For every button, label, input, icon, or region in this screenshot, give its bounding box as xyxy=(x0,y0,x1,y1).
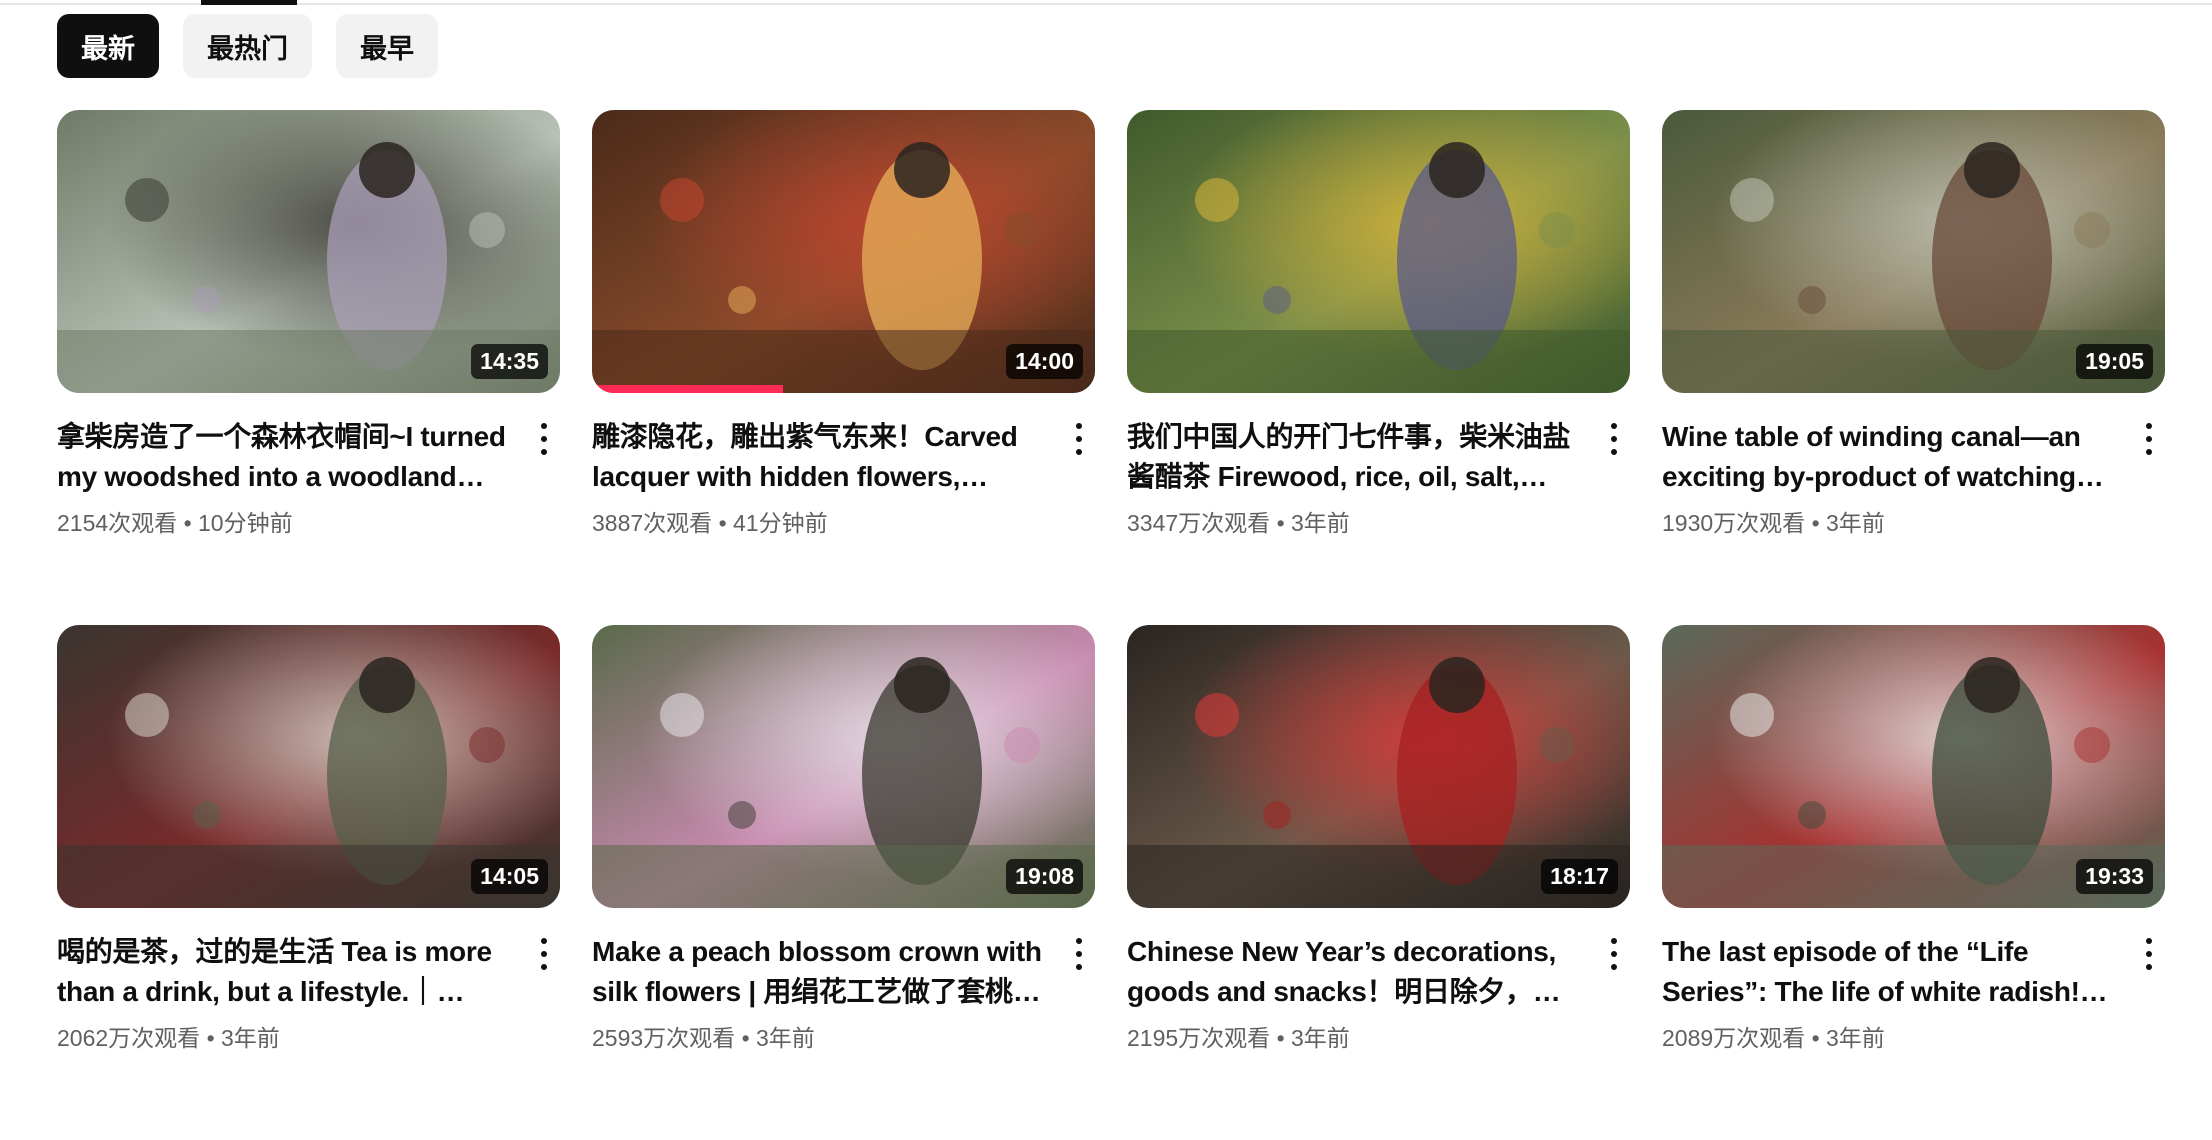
active-tab-indicator xyxy=(201,0,297,5)
top-divider xyxy=(0,3,2212,5)
video-meta: 雕漆隐花，雕出紫气东来！Carved lacquer with hidden f… xyxy=(592,393,1095,539)
video-meta: The last episode of the “Life Series”: T… xyxy=(1662,908,2165,1054)
video-thumbnail[interactable]: 14:05 xyxy=(57,625,560,908)
stats-separator: • xyxy=(718,510,734,536)
more-options-icon[interactable] xyxy=(1067,934,1091,974)
stats-separator: • xyxy=(1811,1025,1827,1051)
video-thumbnail[interactable]: 19:08 xyxy=(592,625,1095,908)
video-stats: 3347万次观看 • 3年前 xyxy=(1127,507,1630,539)
video-stats: 2154次观看 • 10分钟前 xyxy=(57,507,560,539)
video-title[interactable]: Make a peach blossom crown with silk flo… xyxy=(592,932,1042,1012)
video-meta: 我们中国人的开门七件事，柴米油盐酱醋茶 Firewood, rice, oil,… xyxy=(1127,393,1630,539)
video-title[interactable]: Chinese New Year’s decorations, goods an… xyxy=(1127,932,1577,1012)
video-title[interactable]: 雕漆隐花，雕出紫气东来！Carved lacquer with hidden f… xyxy=(592,417,1042,497)
video-duration-badge: 19:05 xyxy=(2076,344,2153,379)
more-options-icon[interactable] xyxy=(532,934,556,974)
video-duration-badge: 19:08 xyxy=(1006,859,1083,894)
video-duration-badge: 18:17 xyxy=(1541,859,1618,894)
video-meta: 拿柴房造了一个森林衣帽间~I turned my woodshed into a… xyxy=(57,393,560,539)
filter-chip-popular[interactable]: 最热门 xyxy=(183,14,312,78)
more-options-icon[interactable] xyxy=(2137,419,2161,459)
filter-chip-latest[interactable]: 最新 xyxy=(57,14,159,78)
filter-chip-oldest[interactable]: 最早 xyxy=(336,14,438,78)
more-options-icon[interactable] xyxy=(2137,934,2161,974)
video-card[interactable]: 19:05 Wine table of winding canal—an exc… xyxy=(1662,110,2165,625)
stats-separator: • xyxy=(1276,1025,1292,1051)
video-card[interactable]: 14:00 雕漆隐花，雕出紫气东来！Carved lacquer with hi… xyxy=(592,110,1095,625)
video-thumbnail[interactable] xyxy=(1127,110,1630,393)
video-stats: 2593万次观看 • 3年前 xyxy=(592,1022,1095,1054)
video-title[interactable]: 喝的是茶，过的是生活 Tea is more than a drink, but… xyxy=(57,932,507,1012)
video-stats: 3887次观看 • 41分钟前 xyxy=(592,507,1095,539)
more-options-icon[interactable] xyxy=(532,419,556,459)
publish-age: 3年前 xyxy=(221,1025,280,1051)
video-thumbnail[interactable]: 14:35 xyxy=(57,110,560,393)
sort-filter-chips: 最新 最热门 最早 xyxy=(57,14,438,78)
view-count: 2593万次观看 xyxy=(592,1025,736,1051)
video-title[interactable]: 我们中国人的开门七件事，柴米油盐酱醋茶 Firewood, rice, oil,… xyxy=(1127,417,1577,497)
video-meta: Make a peach blossom crown with silk flo… xyxy=(592,908,1095,1054)
view-count: 2195万次观看 xyxy=(1127,1025,1271,1051)
view-count: 3347万次观看 xyxy=(1127,510,1271,536)
stats-separator: • xyxy=(1276,510,1292,536)
video-card[interactable]: 14:35 拿柴房造了一个森林衣帽间~I turned my woodshed … xyxy=(57,110,560,625)
video-card[interactable]: 14:05 喝的是茶，过的是生活 Tea is more than a drin… xyxy=(57,625,560,1140)
view-count: 2089万次观看 xyxy=(1662,1025,1806,1051)
video-card[interactable]: 19:08 Make a peach blossom crown with si… xyxy=(592,625,1095,1140)
video-duration-badge: 14:35 xyxy=(471,344,548,379)
watch-progress-bar xyxy=(592,385,784,393)
view-count: 1930万次观看 xyxy=(1662,510,1806,536)
video-thumbnail[interactable]: 19:33 xyxy=(1662,625,2165,908)
video-thumbnail[interactable]: 18:17 xyxy=(1127,625,1630,908)
video-thumbnail[interactable]: 14:00 xyxy=(592,110,1095,393)
stats-separator: • xyxy=(1811,510,1827,536)
publish-age: 3年前 xyxy=(1291,1025,1350,1051)
publish-age: 41分钟前 xyxy=(733,510,828,536)
view-count: 2154次观看 xyxy=(57,510,178,536)
video-meta: Chinese New Year’s decorations, goods an… xyxy=(1127,908,1630,1054)
video-meta: 喝的是茶，过的是生活 Tea is more than a drink, but… xyxy=(57,908,560,1054)
publish-age: 3年前 xyxy=(1826,1025,1885,1051)
video-meta: Wine table of winding canal—an exciting … xyxy=(1662,393,2165,539)
video-stats: 2195万次观看 • 3年前 xyxy=(1127,1022,1630,1054)
video-duration-badge: 14:05 xyxy=(471,859,548,894)
more-options-icon[interactable] xyxy=(1602,934,1626,974)
publish-age: 10分钟前 xyxy=(198,510,293,536)
publish-age: 3年前 xyxy=(756,1025,815,1051)
stats-separator: • xyxy=(206,1025,222,1051)
video-grid: 14:35 拿柴房造了一个森林衣帽间~I turned my woodshed … xyxy=(57,110,2165,1140)
video-card[interactable]: 19:33 The last episode of the “Life Seri… xyxy=(1662,625,2165,1140)
more-options-icon[interactable] xyxy=(1602,419,1626,459)
view-count: 2062万次观看 xyxy=(57,1025,201,1051)
video-stats: 1930万次观看 • 3年前 xyxy=(1662,507,2165,539)
publish-age: 3年前 xyxy=(1826,510,1885,536)
view-count: 3887次观看 xyxy=(592,510,713,536)
video-duration-badge: 19:33 xyxy=(2076,859,2153,894)
video-duration-badge: 14:00 xyxy=(1006,344,1083,379)
video-card[interactable]: 我们中国人的开门七件事，柴米油盐酱醋茶 Firewood, rice, oil,… xyxy=(1127,110,1630,625)
video-title[interactable]: The last episode of the “Life Series”: T… xyxy=(1662,932,2112,1012)
video-stats: 2089万次观看 • 3年前 xyxy=(1662,1022,2165,1054)
stats-separator: • xyxy=(183,510,199,536)
video-title[interactable]: Wine table of winding canal—an exciting … xyxy=(1662,417,2112,497)
stats-separator: • xyxy=(741,1025,757,1051)
publish-age: 3年前 xyxy=(1291,510,1350,536)
more-options-icon[interactable] xyxy=(1067,419,1091,459)
video-title[interactable]: 拿柴房造了一个森林衣帽间~I turned my woodshed into a… xyxy=(57,417,507,497)
video-thumbnail[interactable]: 19:05 xyxy=(1662,110,2165,393)
video-card[interactable]: 18:17 Chinese New Year’s decorations, go… xyxy=(1127,625,1630,1140)
video-stats: 2062万次观看 • 3年前 xyxy=(57,1022,560,1054)
